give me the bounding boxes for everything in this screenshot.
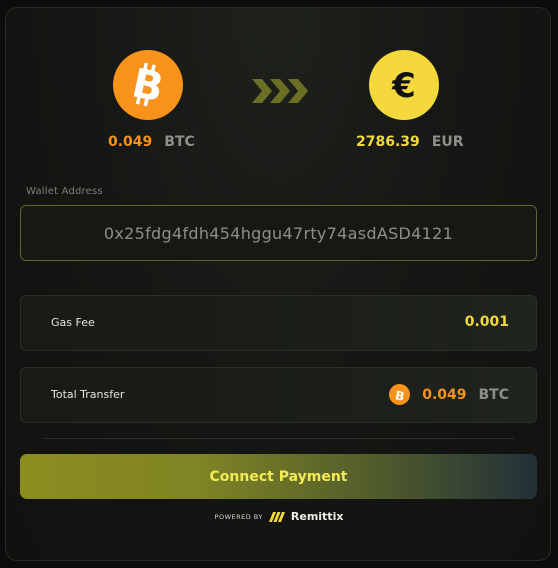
svg-text:B: B (394, 388, 406, 402)
bitcoin-icon: B (389, 384, 411, 405)
triple-chevron-right-icon (252, 79, 308, 103)
payment-card: B € 0.049 BTC 2786.39 EUR Wallet Address… (5, 7, 551, 561)
total-transfer-row: Total Transfer B 0.049 BTC (20, 367, 537, 423)
gas-fee-label: Gas Fee (51, 316, 95, 329)
euro-icon: € (369, 50, 439, 120)
brand-name: Remittix (290, 510, 344, 523)
gas-fee-row: Gas Fee 0.001 (20, 295, 537, 351)
total-transfer-label: Total Transfer (51, 388, 125, 401)
from-amount-value: 0.049 (108, 134, 153, 150)
from-amount: 0.049 BTC (108, 134, 195, 150)
connect-payment-button[interactable]: Connect Payment (20, 454, 537, 499)
total-transfer-currency: BTC (478, 386, 510, 403)
gas-fee-value: 0.001 (464, 314, 509, 330)
total-transfer-amount: B 0.049 BTC (389, 384, 509, 405)
divider (44, 438, 514, 439)
powered-by-footer: POWERED BY Remittix (6, 510, 550, 523)
to-amount: 2786.39 EUR (356, 134, 463, 150)
wallet-address-field[interactable]: 0x25fdg4fdh454hggu47rty74asdASD4121 (20, 205, 537, 261)
wallet-address-value: 0x25fdg4fdh454hggu47rty74asdASD4121 (103, 223, 454, 243)
powered-by-label: POWERED BY (214, 512, 263, 521)
from-currency: BTC (164, 134, 195, 150)
wallet-address-label: Wallet Address (26, 186, 103, 197)
bitcoin-icon: B (113, 50, 183, 120)
remittix-logo-icon (268, 511, 285, 522)
svg-text:€: € (391, 66, 416, 105)
to-amount-value: 2786.39 (356, 134, 420, 150)
total-transfer-value: 0.049 (422, 386, 467, 403)
to-currency: EUR (431, 134, 464, 150)
